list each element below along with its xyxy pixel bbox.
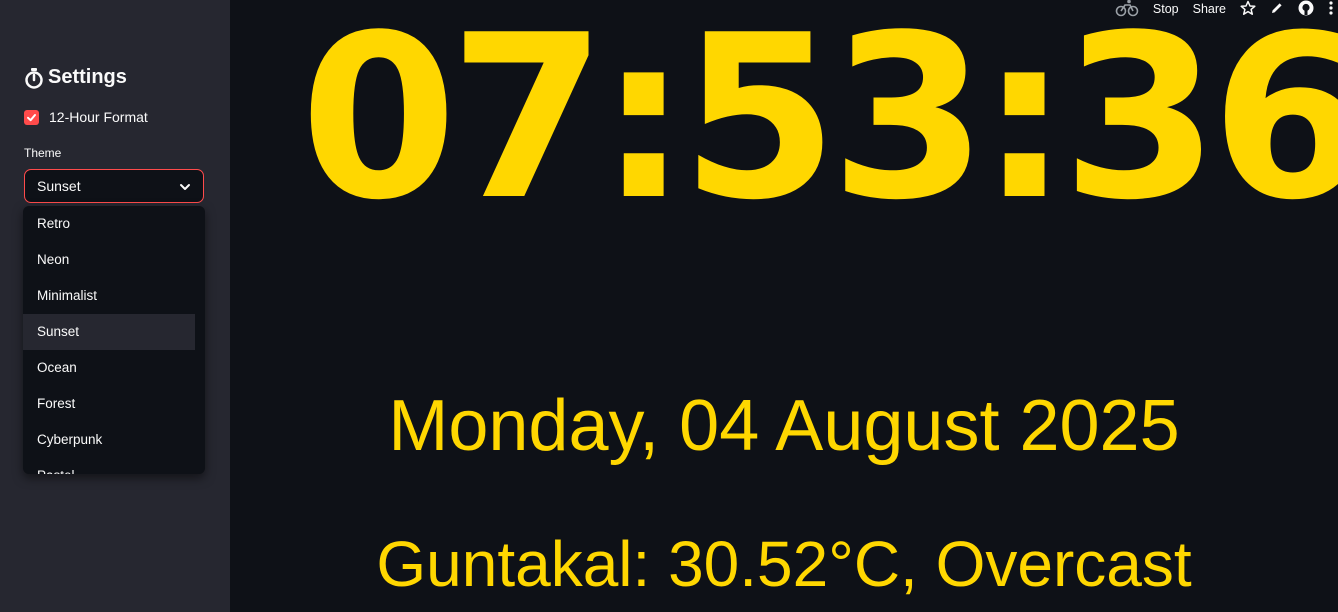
clock-time: 07:53:36 [300,6,1338,232]
theme-option-pastel[interactable]: Pastel [23,458,195,474]
theme-select-value: Sunset [37,178,81,194]
chevron-down-icon [179,178,191,194]
theme-option-minimalist[interactable]: Minimalist [23,278,195,314]
twelve-hour-checkbox-row[interactable]: 12-Hour Format [24,109,148,125]
theme-option-retro[interactable]: Retro [23,206,195,242]
weather-info: Guntakal: 30.52°C, Overcast [376,528,1192,600]
theme-option-sunset[interactable]: Sunset [23,314,195,350]
app-root: Settings 12-Hour Format Theme Sunset Ret… [0,0,1338,612]
sidebar: Settings 12-Hour Format Theme Sunset Ret… [0,0,230,612]
sidebar-title-text: Settings [48,66,127,88]
current-date: Monday, 04 August 2025 [388,386,1180,466]
theme-select[interactable]: Sunset [24,169,204,203]
theme-option-cyberpunk[interactable]: Cyberpunk [23,422,195,458]
sidebar-title: Settings [24,66,127,89]
theme-dropdown-list: Retro Neon Minimalist Sunset Ocean Fores… [23,206,205,474]
checkmark-icon [27,113,36,121]
theme-option-neon[interactable]: Neon [23,242,195,278]
theme-label: Theme [24,146,62,160]
theme-option-forest[interactable]: Forest [23,386,195,422]
theme-option-ocean[interactable]: Ocean [23,350,195,386]
twelve-hour-checkbox-label: 12-Hour Format [49,109,148,125]
stopwatch-icon [24,67,44,89]
twelve-hour-checkbox[interactable] [24,109,39,125]
